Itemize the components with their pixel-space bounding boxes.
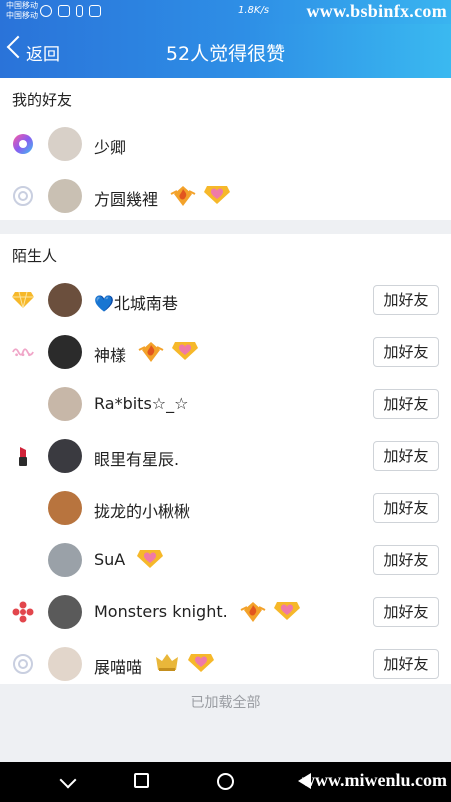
badge-tags [137,549,163,573]
swirl-icon [12,185,34,207]
lipstick-icon [12,445,34,467]
diamond-icon [12,289,34,311]
list-item[interactable]: 拢龙的小楸楸 加好友 [0,482,451,534]
list-item[interactable]: 眼里有星辰. 加好友 [0,430,451,482]
list-item[interactable]: SuA 加好友 [0,534,451,586]
badge-empty [12,393,34,415]
heart-diamond-icon [137,549,163,573]
avatar[interactable] [48,439,82,473]
notification-icons [40,5,101,17]
list-item[interactable]: Ra*bits☆_☆ 加好友 [0,378,451,430]
section-divider [0,220,451,234]
heart-diamond-icon [188,653,214,677]
avatar[interactable] [48,647,82,681]
badge-empty [12,497,34,519]
colorful-orb-icon [12,133,34,155]
carrier-1: 中国移动 [6,1,38,10]
avatar[interactable] [48,387,82,421]
add-friend-button[interactable]: 加好友 [373,649,439,679]
list-item[interactable]: 少卿 [0,118,451,170]
list-item[interactable]: 神樣 加好友 [0,326,451,378]
avatar[interactable] [48,283,82,317]
flame-diamond-icon [170,185,196,211]
user-name: 神樣 [94,346,127,365]
avatar[interactable] [48,595,82,629]
user-name: 少卿 [94,138,127,157]
user-name: Ra*bits☆_☆ [94,394,189,413]
add-friend-button[interactable]: 加好友 [373,285,439,315]
battery-notification-icon [76,5,83,17]
page-title: 52人觉得很赞 [165,43,286,65]
avatar[interactable] [48,491,82,525]
flame-diamond-icon [138,341,164,367]
crown-diamond-icon [154,653,180,677]
user-name: 拢龙的小楸楸 [94,502,191,521]
strangers-header: 陌生人 [12,247,58,265]
avatar[interactable] [48,543,82,577]
add-friend-button[interactable]: 加好友 [373,493,439,523]
badge-tags [138,341,198,367]
add-friend-button[interactable]: 加好友 [373,337,439,367]
badge-tags [170,185,230,211]
user-name: SuA [94,550,126,569]
friends-header: 我的好友 [12,91,73,109]
avatar[interactable] [48,127,82,161]
system-recent-icon[interactable] [134,773,149,788]
close-notification-icon [40,5,52,17]
strangers-section: 陌生人 💙北城南巷 加好友 神樣 加好友 Ra*bits☆_☆ 加好友 眼里有星辰. 加好友拢… [0,234,451,684]
list-item[interactable]: 💙北城南巷 加好友 [0,274,451,326]
watermark-top: www.bsbinfx.com [306,1,447,21]
nav-bar: 返回 52人觉得很赞 [0,24,451,78]
heart-diamond-icon [204,185,230,211]
network-speed: 1.8K/s [238,5,270,16]
list-item[interactable]: Monsters knight. 加好友 [0,586,451,638]
image-notification-icon [58,5,70,17]
heart-diamond-icon [274,601,300,627]
carrier-label: 中国移动 中国移动 [6,1,38,21]
user-name: 💙北城南巷 [94,294,178,313]
add-friend-button[interactable]: 加好友 [373,389,439,419]
avatar[interactable] [48,335,82,369]
user-name: 眼里有星辰. [94,450,180,469]
user-name: Monsters knight. [94,602,228,621]
friends-section: 我的好友 少卿方圆幾裡 [0,78,451,220]
heart-diamond-icon [172,341,198,367]
status-bar: 中国移动 中国移动 1.8K/s www.bsbinfx.com [0,0,451,24]
pink-lace-icon [12,341,34,363]
all-loaded-label: 已加载全部 [190,695,261,711]
badge-empty [12,549,34,571]
badge-tags [154,653,214,677]
system-back-icon[interactable] [59,771,77,789]
system-nav-bar: www.miwenlu.com [0,762,451,802]
watermark-bottom: www.miwenlu.com [302,770,447,790]
badge-tags [240,601,300,627]
user-name: 展喵喵 [94,658,143,677]
add-friend-button[interactable]: 加好友 [373,545,439,575]
system-home-icon[interactable] [217,773,234,790]
red-knot-icon [12,601,34,623]
list-item[interactable]: 方圆幾裡 [0,170,451,222]
swirl-icon [12,653,34,675]
flame-diamond-icon [240,601,266,627]
app-notification-icon [89,5,101,17]
avatar[interactable] [48,179,82,213]
list-item[interactable]: 展喵喵 加好友 [0,638,451,690]
add-friend-button[interactable]: 加好友 [373,597,439,627]
user-name: 方圆幾裡 [94,190,159,209]
carrier-2: 中国移动 [6,11,38,20]
add-friend-button[interactable]: 加好友 [373,441,439,471]
